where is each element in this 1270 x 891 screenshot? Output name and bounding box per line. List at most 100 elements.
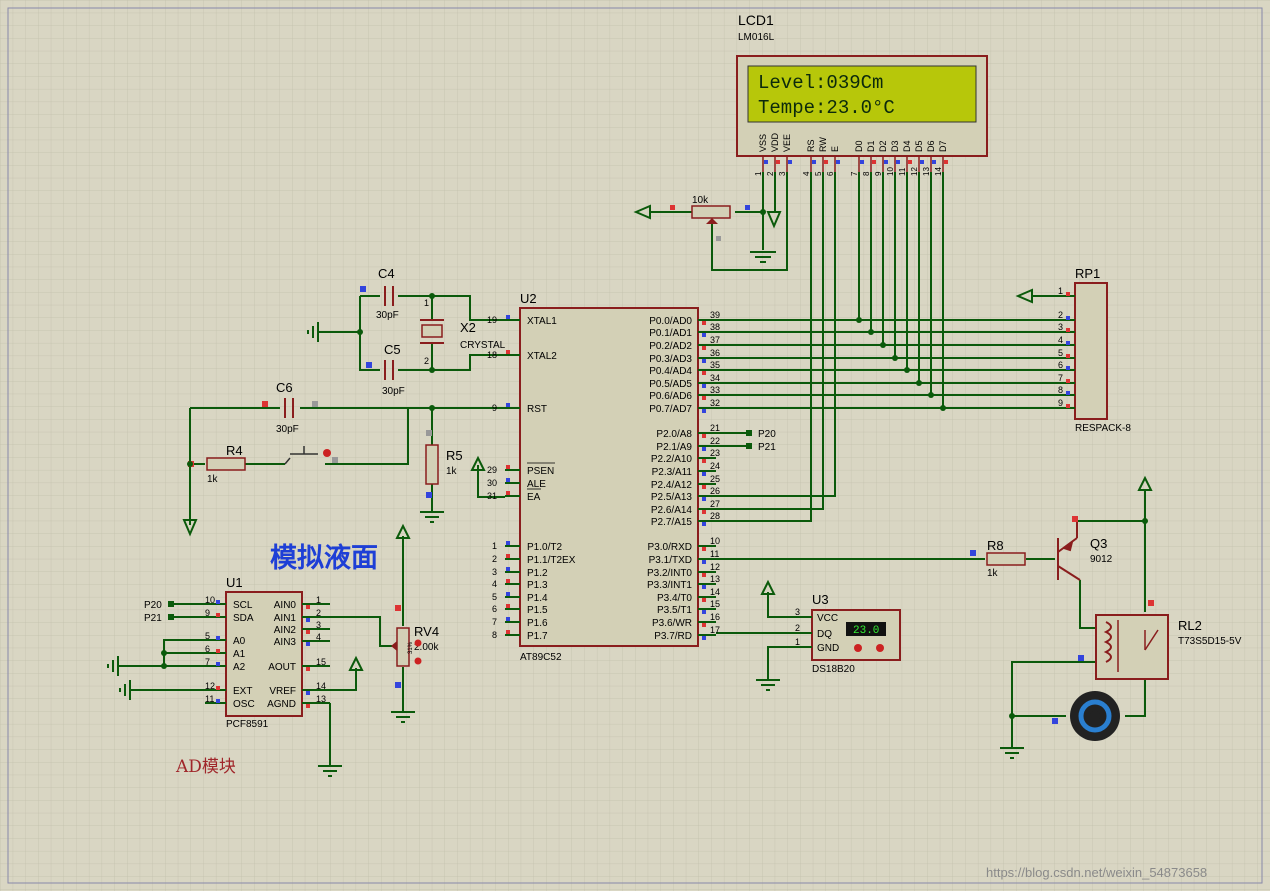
u1-pin-name: AIN2 xyxy=(274,625,297,636)
mcu-pin-number: 18 xyxy=(487,350,497,360)
u1-pin-number: 7 xyxy=(205,657,210,667)
rp1-ref: RP1 xyxy=(1075,266,1100,281)
u1-pin-number: 1 xyxy=(316,595,321,605)
u3-pin-name: GND xyxy=(817,643,839,654)
pot-value: 10k xyxy=(692,195,709,206)
lcd-pin-number: 10 xyxy=(886,167,895,176)
mcu-pin-number: 9 xyxy=(492,403,497,413)
u1-pin-name: AIN3 xyxy=(274,637,297,648)
mcu-pin-number: 26 xyxy=(710,486,720,496)
lcd-pin-number: 4 xyxy=(802,171,811,176)
u1-pin-name: AIN1 xyxy=(274,613,297,624)
mcu-pin-name: P2.0/A8 xyxy=(656,429,692,440)
x2-ref: X2 xyxy=(460,320,476,335)
mcu-pin-name: P0.1/AD1 xyxy=(649,328,692,339)
mcu-pin-number: 22 xyxy=(710,436,720,446)
lcd-pin-number: 6 xyxy=(826,171,835,176)
u1-pin-number: 6 xyxy=(205,644,210,654)
mcu-pin-number: 33 xyxy=(710,385,720,395)
x2-part: CRYSTAL xyxy=(460,340,506,351)
u1-pin-name: AOUT xyxy=(268,662,296,673)
r4-value: 1k xyxy=(207,474,219,485)
u1-pin-number: 14 xyxy=(316,681,326,691)
lcd-pin-number: 5 xyxy=(814,171,823,176)
r8-ref: R8 xyxy=(987,538,1004,553)
ad-module-label: AD模块 xyxy=(175,757,236,777)
mcu-pin-number: 21 xyxy=(710,423,720,433)
lcd-pin-name: VEE xyxy=(782,134,792,152)
lcd-pin-name: D4 xyxy=(902,140,912,152)
mcu-pin-number: 25 xyxy=(710,474,720,484)
net-label-p21: P21 xyxy=(758,442,776,453)
u1-pin-number: 5 xyxy=(205,631,210,641)
u1-pin-number: 4 xyxy=(316,632,321,642)
mcu-pin-number: 38 xyxy=(710,322,720,332)
u1-pin-name: A2 xyxy=(233,662,246,673)
mcu-pin-number: 36 xyxy=(710,348,720,358)
mcu-pin-number: 4 xyxy=(492,579,497,589)
u1-part: PCF8591 xyxy=(226,719,269,730)
mcu-pin-name: P0.5/AD5 xyxy=(649,379,692,390)
lcd-pin-number: 2 xyxy=(766,171,775,176)
net-label-p20-u1: P20 xyxy=(144,600,162,611)
u3-ref: U3 xyxy=(812,592,829,607)
lcd-pin-name: VSS xyxy=(758,134,768,152)
mcu-pin-name: P2.7/A15 xyxy=(651,517,693,528)
lcd-pin-name: D6 xyxy=(926,140,936,152)
u3-pin-number: 3 xyxy=(795,607,800,617)
lcd-pin-number: 11 xyxy=(898,167,907,176)
mcu-pin-name: P0.6/AD6 xyxy=(649,391,692,402)
lcd-pin-name: D7 xyxy=(938,140,948,152)
mcu-pin-name: P0.0/AD0 xyxy=(649,316,692,327)
u1-pin-number: 10 xyxy=(205,595,215,605)
u1-pin-number: 12 xyxy=(205,681,215,691)
mcu-pin-name: P1.1/T2EX xyxy=(527,555,576,566)
u1-pin-name: VREF xyxy=(269,686,296,697)
q3-ref: Q3 xyxy=(1090,536,1107,551)
mcu-pin-number: 16 xyxy=(710,612,720,622)
mcu-pin-name: P2.1/A9 xyxy=(656,442,692,453)
u3-pin-number: 1 xyxy=(795,637,800,647)
rp1-pin-number: 6 xyxy=(1058,360,1063,370)
mcu-pin-number: 13 xyxy=(710,574,720,584)
mcu-pin-number: 14 xyxy=(710,587,720,597)
mcu-pin-name: P0.2/AD2 xyxy=(649,341,692,352)
mcu-pin-number: 2 xyxy=(492,554,497,564)
mcu-pin-name: RST xyxy=(527,404,547,415)
rl2-part: T73S5D15-5V xyxy=(1178,636,1242,647)
r5-ref: R5 xyxy=(446,448,463,463)
u1-pin-name: AGND xyxy=(267,699,296,710)
mcu-pin-number: 6 xyxy=(492,604,497,614)
lcd-pin-number: 7 xyxy=(850,171,859,176)
mcu-pin-name: P2.2/A10 xyxy=(651,454,693,465)
mcu-pin-name: ALE xyxy=(527,479,546,490)
lcd-pin-name: VDD xyxy=(770,132,780,152)
mcu-pin-number: 10 xyxy=(710,536,720,546)
mcu-pin-name: P2.3/A11 xyxy=(652,467,693,478)
net-label-p20: P20 xyxy=(758,429,776,440)
rp1-pin-number: 3 xyxy=(1058,322,1063,332)
u1-pin-name: SDA xyxy=(233,613,254,624)
mcu-pin-number: 39 xyxy=(710,310,720,320)
u1-pin-name: EXT xyxy=(233,686,252,697)
lcd-pin-number: 9 xyxy=(874,171,883,176)
mcu-pin-number: 32 xyxy=(710,398,720,408)
c4-value: 30pF xyxy=(376,310,399,321)
schematic-svg: LCD1 LM016L Level:039Cm Tempe:23.0°C VSS… xyxy=(0,0,1270,891)
mcu-part: AT89C52 xyxy=(520,652,562,663)
mcu-pin-name: P1.2 xyxy=(527,568,548,579)
lcd-pin-number: 1 xyxy=(754,171,763,176)
mcu-pin-number: 15 xyxy=(710,599,720,609)
mcu-pin-name: EA xyxy=(527,492,541,503)
mcu-pin-number: 37 xyxy=(710,335,720,345)
lcd-pin-name: D2 xyxy=(878,140,888,152)
watermark: https://blog.csdn.net/weixin_54873658 xyxy=(986,865,1207,880)
mcu-pin-name: P0.3/AD3 xyxy=(649,354,692,365)
mcu-pin-name: P0.4/AD4 xyxy=(649,366,692,377)
mcu-pin-number: 1 xyxy=(492,541,497,551)
mcu-component[interactable]: U2 AT89C52 19 XTAL118 XTAL29 RST29 PSEN30 ALE… xyxy=(487,291,720,663)
mcu-pin-name: P2.4/A12 xyxy=(651,480,693,491)
mcu-pin-name: P1.4 xyxy=(527,593,548,604)
r4-ref: R4 xyxy=(226,443,243,458)
mcu-pin-name: P3.5/T1 xyxy=(657,605,692,616)
